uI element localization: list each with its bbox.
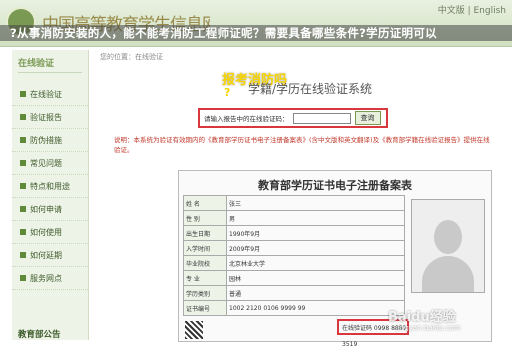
bullet-icon	[20, 275, 26, 281]
field-label: 毕业院校	[183, 255, 227, 271]
sidebar-item-5[interactable]: 如何申请	[12, 198, 88, 221]
sidebar-item-label: 如何延期	[30, 250, 62, 260]
bullet-icon	[20, 160, 26, 166]
bullet-icon	[20, 183, 26, 189]
form-table: 姓 名张三 性 别男 出生日期 1990年9月 入学时间 2009年9月 毕业院校北…	[183, 195, 405, 316]
table-row: 性 别男	[183, 210, 405, 226]
query-button[interactable]: 查询	[354, 111, 381, 125]
language-links[interactable]: 中文版 | English	[438, 3, 506, 16]
instructions-note: 说明：本系统为验证有效期内的《教育部学历证书电子注册备案表》(含中文版和英文翻译…	[114, 136, 490, 154]
sidebar-item-8[interactable]: 服务网点	[12, 267, 88, 290]
person-body-icon	[422, 256, 474, 292]
bullet-icon	[20, 252, 26, 258]
table-row: 出生日期 1990年9月	[183, 225, 405, 241]
qr-code-icon	[185, 321, 203, 339]
main-content: 您的位置：在线验证 报考消防吗 ? 学籍/学历在线验证系统 请输入报告中的在线验…	[96, 50, 500, 348]
sidebar-item-label: 服务网点	[30, 273, 62, 283]
sidebar-item-label: 特点和用途	[30, 181, 70, 191]
table-row: 毕业院校 北京林业大学	[183, 255, 405, 271]
field-value: 1990年9月	[226, 225, 405, 241]
sidebar-item-label: 在线验证	[30, 89, 62, 99]
form-title: 教育部学历证书电子注册备案表	[258, 179, 412, 192]
sidebar-item-2[interactable]: 防伪措施	[12, 129, 88, 152]
sidebar-item-1[interactable]: 验证报告	[12, 106, 88, 129]
bullet-icon	[20, 137, 26, 143]
notice-heading[interactable]: 教育部公告	[18, 328, 61, 340]
bullet-icon	[20, 229, 26, 235]
sidebar-item-label: 如何申请	[30, 204, 62, 214]
sidebar-item-label: 防伪措施	[30, 135, 62, 145]
search-label: 请输入报告中的在线验证码：	[204, 115, 289, 123]
field-value: 2009年9月	[226, 240, 405, 256]
field-label: 证书编号	[183, 300, 227, 316]
sidebar-item-label: 如何使用	[30, 227, 62, 237]
table-row: 学历类别 普通	[183, 285, 405, 301]
table-row: 证书编号 1002 2120 0106 9999 99	[183, 300, 405, 316]
field-label: 入学时间	[183, 240, 227, 256]
field-label: 性 别	[183, 210, 227, 226]
field-value: 普通	[226, 285, 405, 301]
article-headline: ?从事消防安装的人，能不能考消防工程师证呢？需要具备哪些条件?学历证明可以	[0, 25, 512, 41]
sidebar-item-0[interactable]: 在线验证	[12, 83, 88, 106]
sidebar: 在线验证 在线验证 验证报告 防伪措施 常见问题 特点和用途 如何申请 如何使用…	[12, 50, 89, 340]
field-value: 北京林业大学	[226, 255, 405, 271]
field-label: 出生日期	[183, 225, 227, 241]
field-label: 专 业	[183, 270, 227, 286]
overlay-question: ?	[224, 86, 231, 99]
verify-search-bar: 请输入报告中的在线验证码： 查询	[198, 108, 388, 128]
sidebar-item-4[interactable]: 特点和用途	[12, 175, 88, 198]
sidebar-item-7[interactable]: 如何延期	[12, 244, 88, 267]
table-row: 姓 名张三	[183, 195, 405, 211]
table-row: 专 业园林	[183, 270, 405, 286]
field-label: 学历类别	[183, 285, 227, 301]
bullet-icon	[20, 91, 26, 97]
sidebar-item-label: 常见问题	[30, 158, 62, 168]
system-title: 学籍/学历在线验证系统	[248, 82, 373, 96]
bullet-icon	[20, 114, 26, 120]
bullet-icon	[20, 206, 26, 212]
sidebar-item-3[interactable]: 常见问题	[12, 152, 88, 175]
sidebar-title: 在线验证	[18, 56, 82, 73]
watermark-url: jingyan.baidu.com	[396, 324, 461, 332]
sidebar-item-6[interactable]: 如何使用	[12, 221, 88, 244]
table-row: 入学时间 2009年9月	[183, 240, 405, 256]
field-value: 张三	[226, 195, 405, 211]
person-icon	[434, 220, 462, 254]
watermark-brand: Baidu经验	[388, 310, 456, 325]
sidebar-item-label: 验证报告	[30, 112, 62, 122]
verify-code-input[interactable]	[292, 112, 351, 124]
field-value: 园林	[226, 270, 405, 286]
avatar-photo	[411, 199, 485, 293]
field-value: 男	[226, 210, 405, 226]
field-value: 1002 2120 0106 9999 99	[226, 300, 405, 316]
breadcrumb: 您的位置：在线验证	[100, 53, 163, 61]
field-label: 姓 名	[183, 195, 227, 211]
